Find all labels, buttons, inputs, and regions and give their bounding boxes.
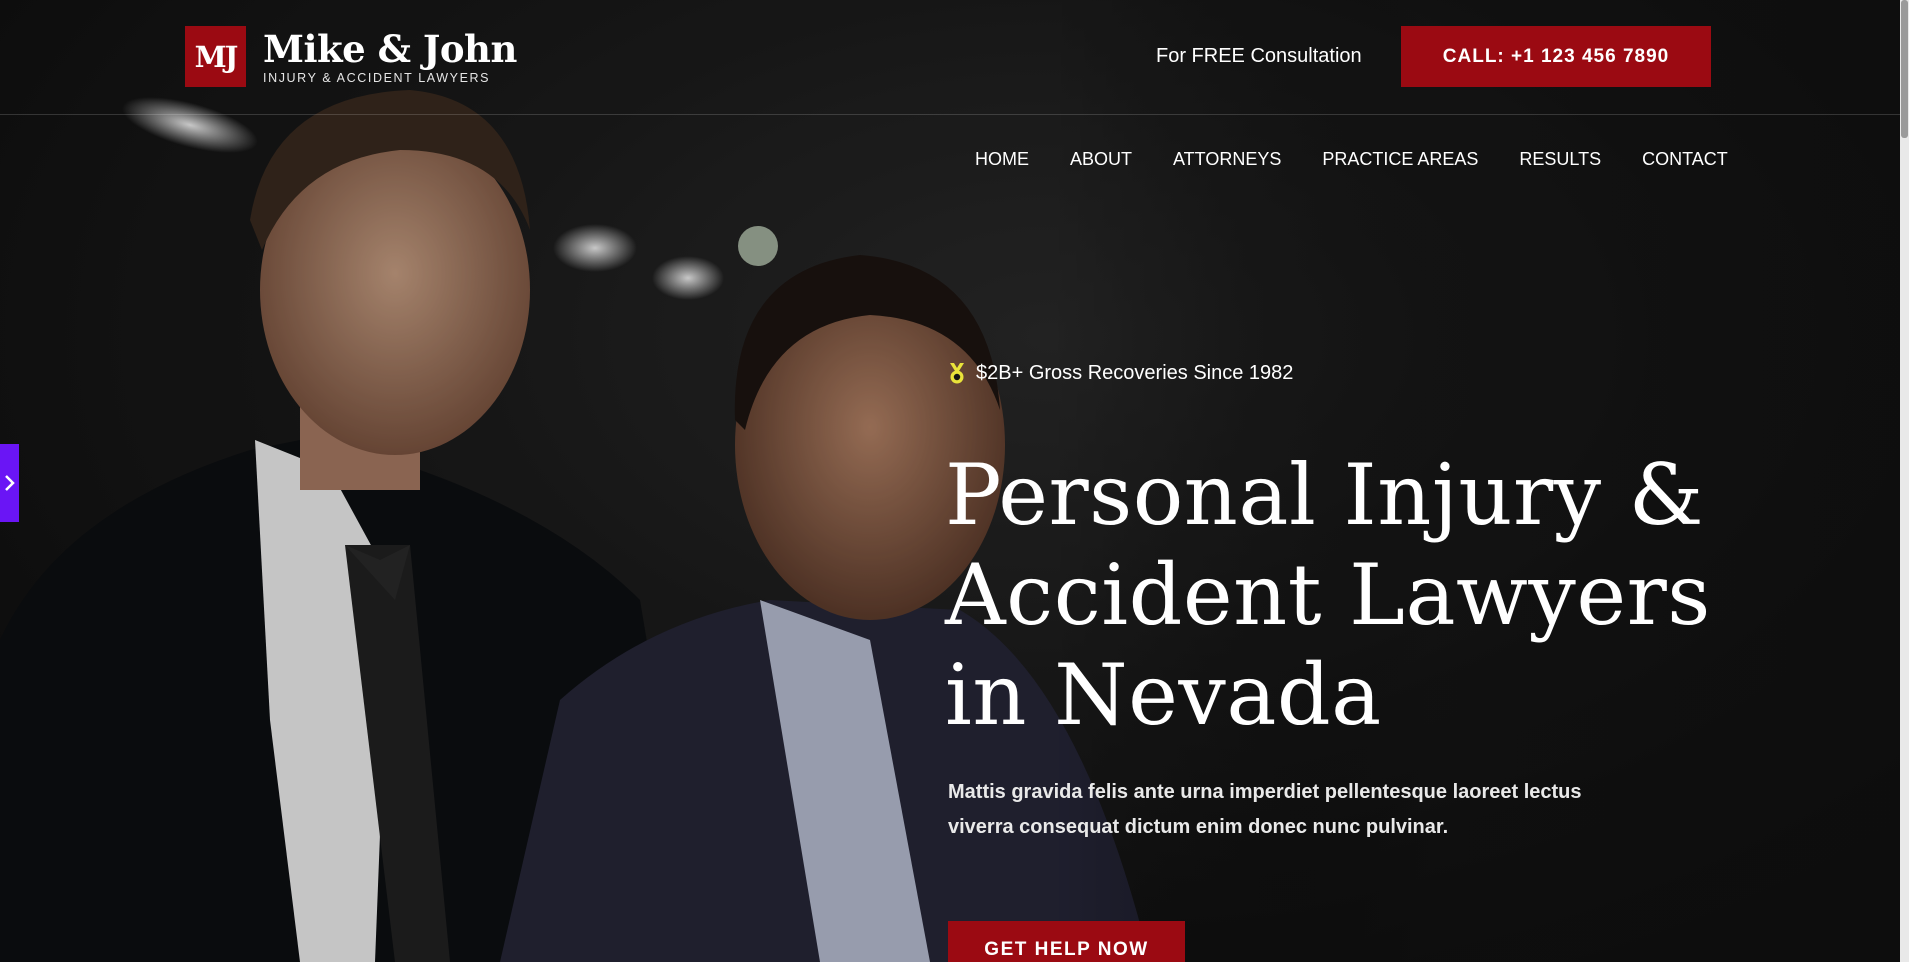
brand-name: Mike & John [263,26,517,71]
hero-headline: Personal Injury & Accident Lawyers in Ne… [945,445,1725,745]
brand-tagline: INJURY & ACCIDENT LAWYERS [263,70,491,85]
medal-icon [950,362,964,383]
description-line: Mattis gravida felis ante urna imperdiet… [948,781,1582,803]
nav-item-results[interactable]: RESULTS [1499,148,1622,170]
logo-monogram: MJ [185,26,246,87]
chevron-right-icon [4,475,15,491]
nav-item-attorneys[interactable]: ATTORNEYS [1153,148,1302,170]
headline-line: Accident Lawyers [945,546,1711,644]
consultation-text: For FREE Consultation [1156,45,1362,67]
nav-item-about[interactable]: ABOUT [1050,148,1153,170]
hero-description: Mattis gravida felis ante urna imperdiet… [948,775,1588,845]
page-scrollbar[interactable] [1900,0,1909,962]
description-line: viverra consequat dictum enim donec nunc… [948,816,1449,838]
headline-line: Personal Injury & [945,446,1705,544]
get-help-button[interactable]: GET HELP NOW [948,921,1185,962]
nav-item-home[interactable]: HOME [975,148,1050,170]
main-nav: HOME ABOUT ATTORNEYS PRACTICE AREAS RESU… [975,148,1748,170]
nav-item-contact[interactable]: CONTACT [1622,148,1749,170]
call-button[interactable]: CALL: +1 123 456 7890 [1401,26,1711,87]
logo[interactable]: MJ Mike & John INJURY & ACCIDENT LAWYERS [185,26,517,87]
side-panel-toggle[interactable] [0,444,19,522]
nav-item-practice-areas[interactable]: PRACTICE AREAS [1302,148,1499,170]
recoveries-badge: $2B+ Gross Recoveries Since 1982 [948,362,1293,385]
site-header: MJ Mike & John INJURY & ACCIDENT LAWYERS… [0,0,1900,115]
scrollbar-thumb[interactable] [1901,0,1908,138]
logo-text: Mike & John INJURY & ACCIDENT LAWYERS [263,29,517,85]
badge-text: $2B+ Gross Recoveries Since 1982 [976,362,1294,384]
headline-line: in Nevada [945,646,1382,744]
